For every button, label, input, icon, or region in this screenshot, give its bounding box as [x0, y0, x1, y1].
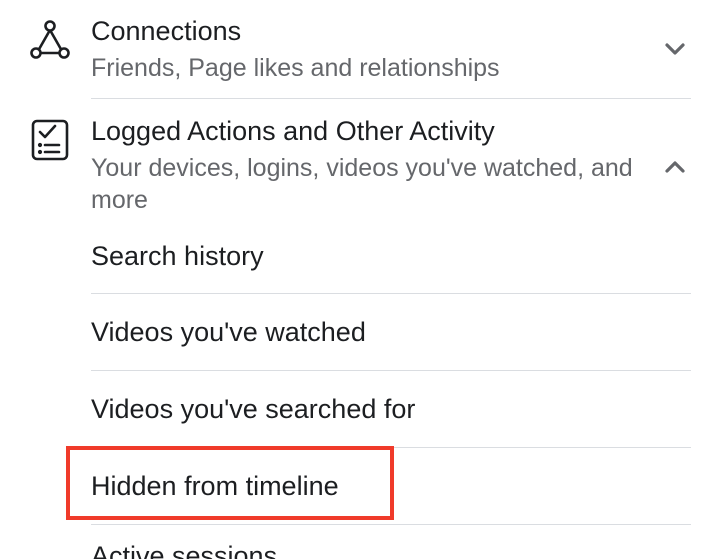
- connections-icon: [30, 20, 70, 59]
- divider: [91, 98, 691, 99]
- section-title-connections: Connections: [91, 16, 242, 46]
- section-title-logged-actions: Logged Actions and Other Activity: [91, 116, 495, 146]
- section-subtitle-logged-actions: Your devices, logins, videos you've watc…: [91, 154, 633, 214]
- divider: [91, 370, 691, 371]
- divider: [91, 524, 691, 525]
- section-subtitle-connections: Friends, Page likes and relationships: [91, 54, 500, 82]
- divider: [91, 447, 691, 448]
- list-item-hidden-from-timeline[interactable]: Hidden from timeline: [91, 469, 691, 503]
- divider: [91, 293, 691, 294]
- chevron-down-icon[interactable]: [660, 34, 690, 64]
- settings-page: Connections Friends, Page likes and rela…: [0, 0, 720, 559]
- chevron-up-icon[interactable]: [660, 152, 690, 182]
- list-item-active-sessions[interactable]: Active sessions: [91, 539, 691, 559]
- list-item-videos-watched[interactable]: Videos you've watched: [91, 315, 691, 349]
- list-item-search-history[interactable]: Search history: [91, 239, 691, 273]
- activity-checklist-icon: [31, 119, 69, 161]
- list-item-videos-searched[interactable]: Videos you've searched for: [91, 392, 691, 426]
